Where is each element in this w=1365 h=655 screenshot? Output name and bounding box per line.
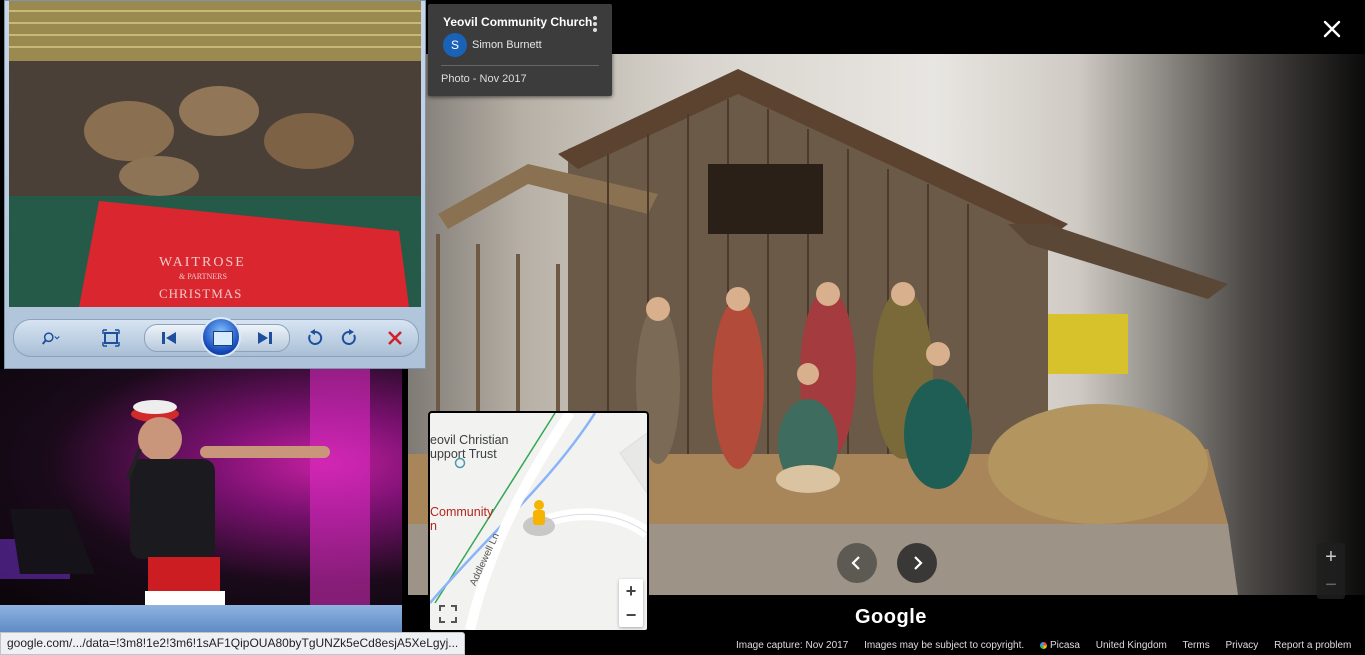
picasa-icon xyxy=(1039,642,1047,649)
terms-link[interactable]: Terms xyxy=(1183,640,1210,651)
performer-photo xyxy=(0,369,402,605)
status-bar-url: google.com/.../data=!3m8!1e2!3m6!1sAF1Qi… xyxy=(0,632,466,655)
jar-label-partners: & PARTNERS xyxy=(179,272,227,281)
zoom-out-button[interactable]: − xyxy=(1317,571,1345,599)
chevron-right-icon xyxy=(914,556,923,570)
author-name[interactable]: Simon Burnett xyxy=(472,39,542,51)
next-icon[interactable] xyxy=(256,329,274,347)
zoom-in-button[interactable]: + xyxy=(1317,543,1345,571)
map-zoom-out-button[interactable]: − xyxy=(619,603,643,627)
slideshow-icon xyxy=(213,331,233,346)
photo-info-card: Yeovil Community Church S Simon Burnett … xyxy=(428,4,612,96)
expand-map-button[interactable] xyxy=(437,603,459,625)
previous-photo-button[interactable] xyxy=(837,543,877,583)
privacy-link[interactable]: Privacy xyxy=(1226,640,1259,651)
country-link[interactable]: United Kingdom xyxy=(1096,640,1167,651)
viewer-toolbar xyxy=(13,317,419,357)
image-capture-date: Image capture: Nov 2017 xyxy=(736,640,849,651)
rotate-right-icon[interactable] xyxy=(340,329,358,347)
rotate-left-icon[interactable] xyxy=(306,329,324,347)
fullscreen-icon xyxy=(439,605,457,623)
map-zoom-in-button[interactable]: + xyxy=(619,579,643,603)
jar-label-christmas: CHRISTMAS xyxy=(159,286,242,301)
photo-date: Photo - Nov 2017 xyxy=(441,73,527,85)
next-photo-button[interactable] xyxy=(897,543,937,583)
google-logo: Google xyxy=(855,606,927,628)
photo-viewer-window[interactable]: WAITROSE & PARTNERS CHRISTMAS xyxy=(4,0,426,369)
performer-image xyxy=(0,369,370,605)
map-poi-trust[interactable]: eovil Christian upport Trust xyxy=(430,433,509,461)
map-poi-community[interactable]: Community n xyxy=(430,505,493,533)
map-zoom-control: + − xyxy=(619,579,643,627)
close-button[interactable] xyxy=(1318,15,1346,43)
jar-label-brand: WAITROSE xyxy=(159,255,246,270)
report-problem-link[interactable]: Report a problem xyxy=(1274,640,1351,651)
more-options-icon[interactable] xyxy=(591,16,599,34)
sky-photo-strip xyxy=(0,605,402,632)
photo-zoom-control: + − xyxy=(1317,543,1345,599)
picasa-link[interactable]: Picasa xyxy=(1039,640,1080,651)
slideshow-button[interactable] xyxy=(201,317,241,357)
footer-bar: Image capture: Nov 2017 Images may be su… xyxy=(736,640,1364,651)
close-icon xyxy=(1323,20,1341,38)
chevron-left-icon xyxy=(851,556,860,570)
actual-size-icon[interactable] xyxy=(102,329,120,347)
info-divider xyxy=(441,65,599,66)
copyright-notice: Images may be subject to copyright. xyxy=(864,640,1025,651)
jar-photo: WAITROSE & PARTNERS CHRISTMAS xyxy=(9,1,421,307)
magnifier-icon[interactable] xyxy=(42,329,60,347)
previous-icon[interactable] xyxy=(160,329,178,347)
author-avatar[interactable]: S xyxy=(443,33,467,57)
pegman-icon xyxy=(533,500,545,525)
jar-image: WAITROSE & PARTNERS CHRISTMAS xyxy=(9,1,421,307)
place-title[interactable]: Yeovil Community Church xyxy=(443,15,592,29)
mini-map[interactable]: eovil Christian upport Trust Community n… xyxy=(428,411,649,632)
delete-icon[interactable] xyxy=(386,329,404,347)
